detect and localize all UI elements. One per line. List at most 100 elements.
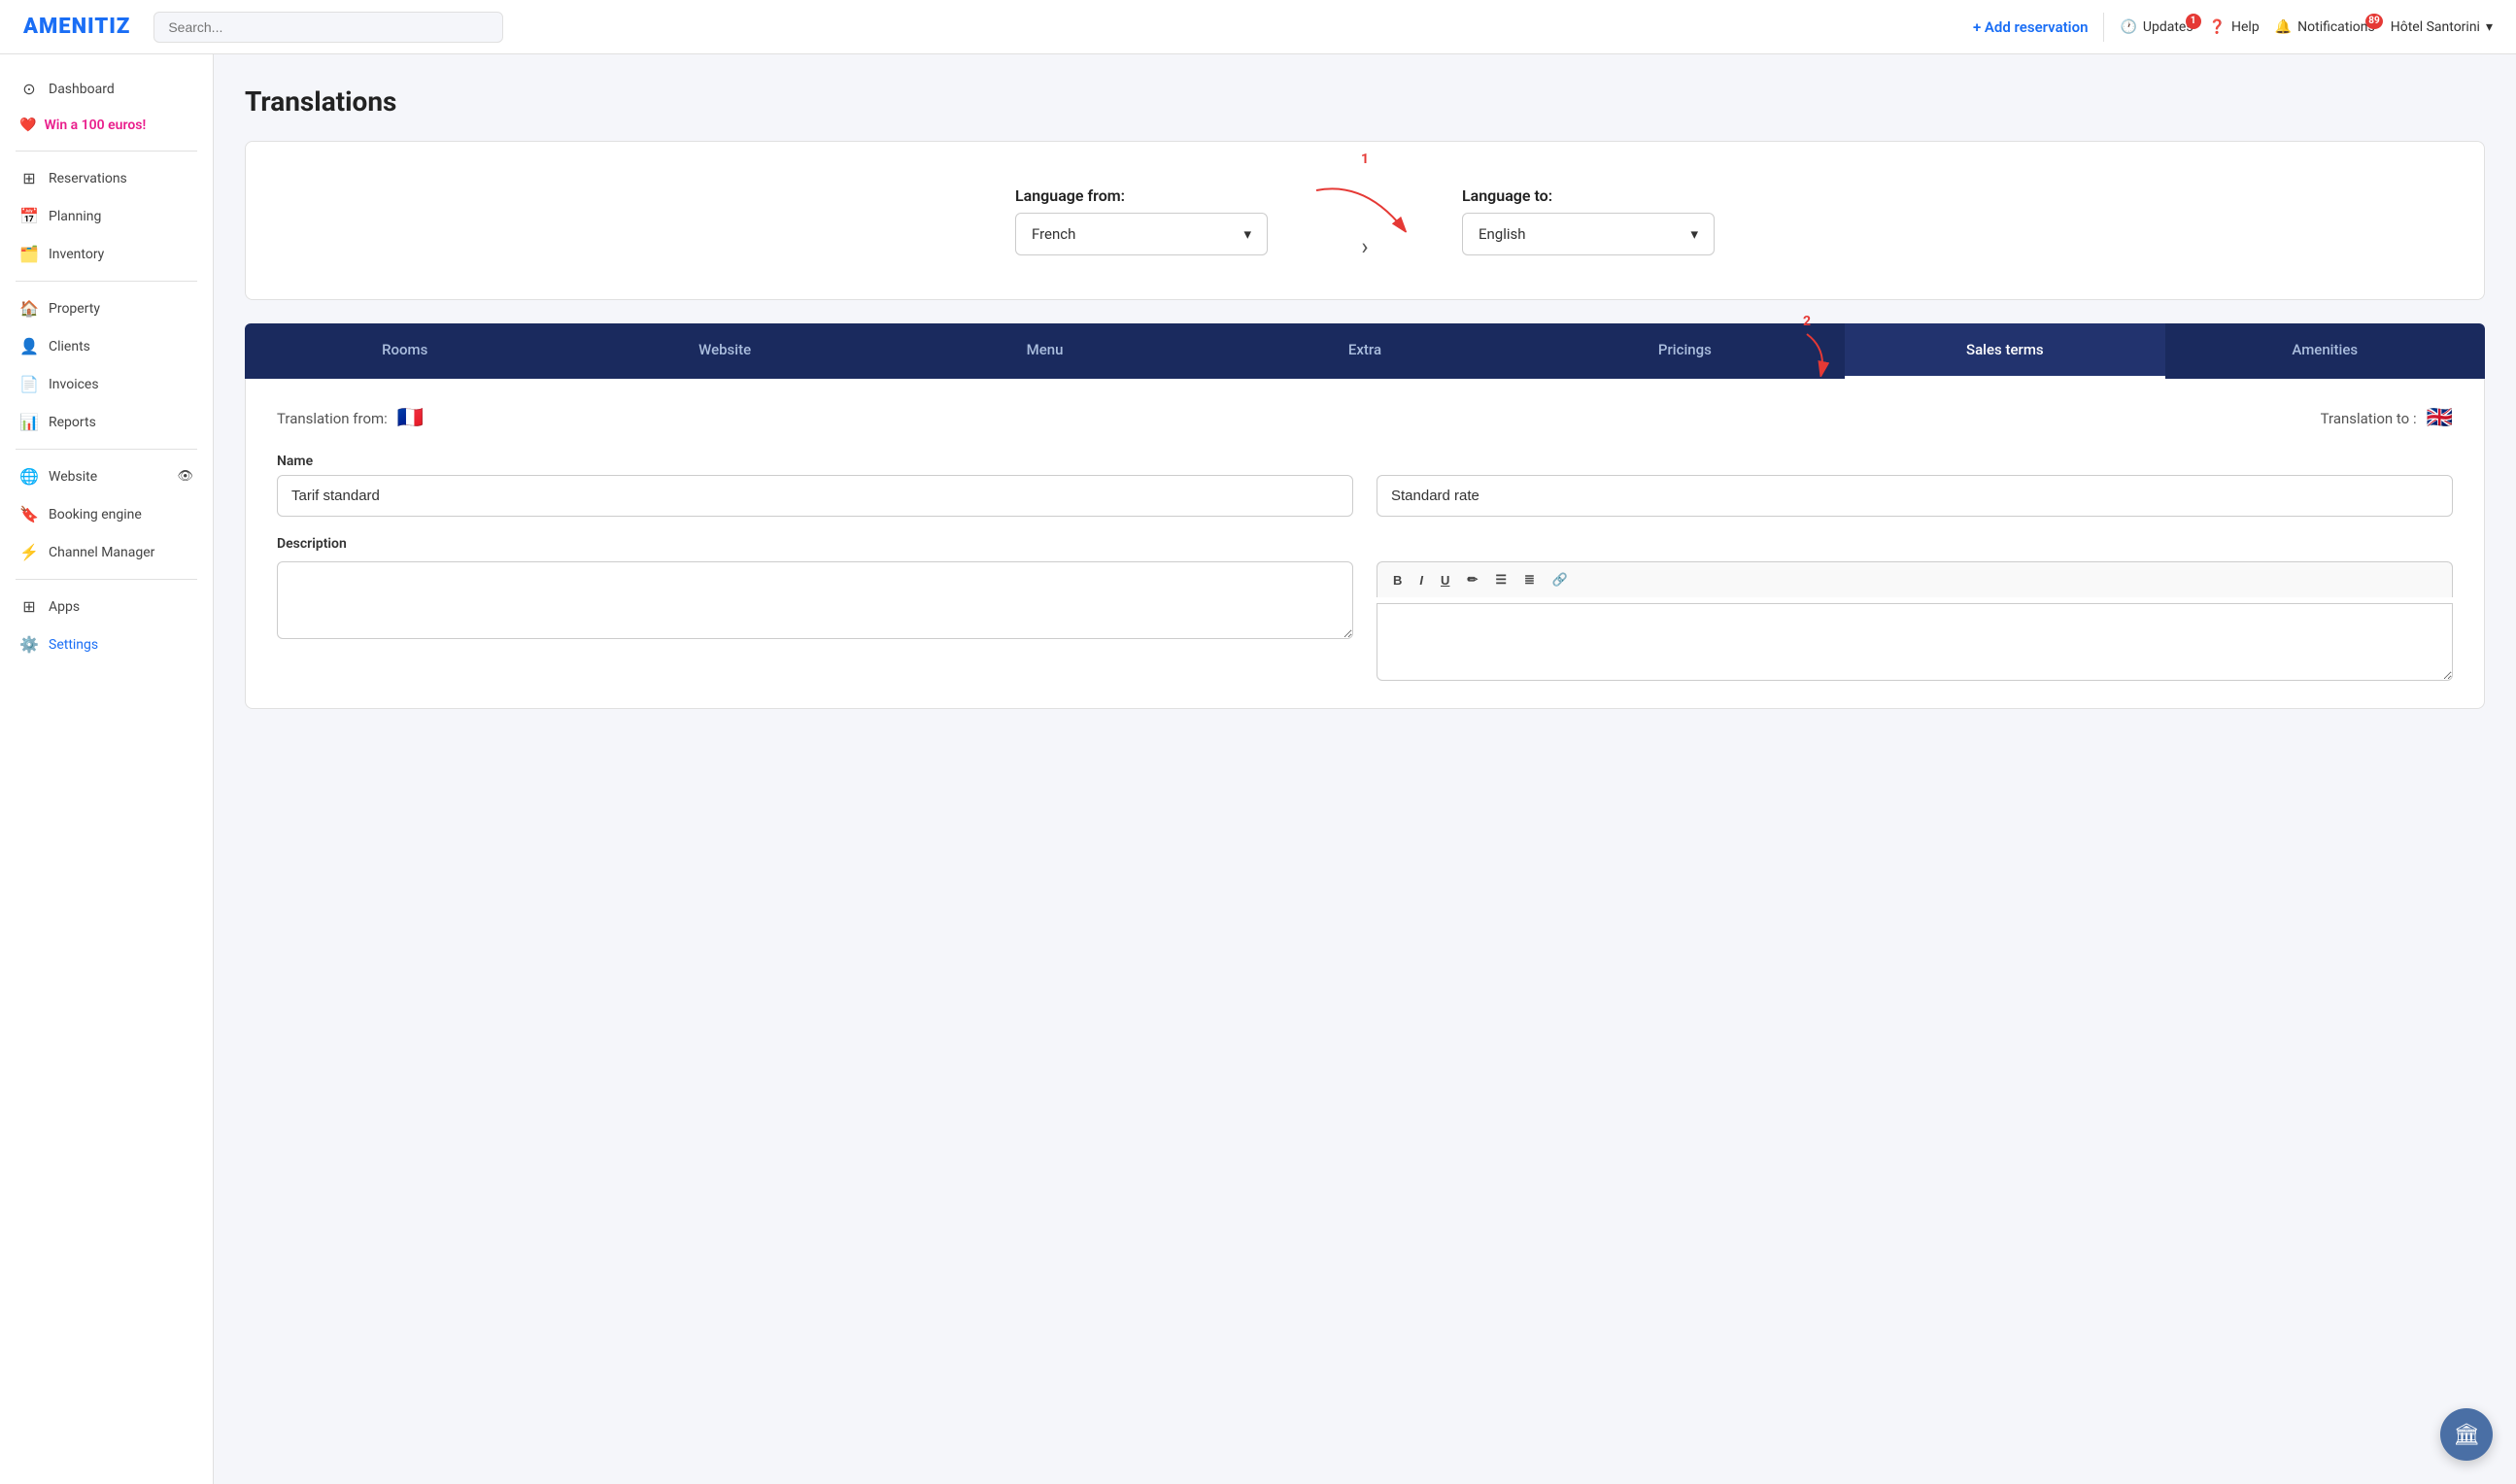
help-icon: ❓ bbox=[2209, 19, 2226, 35]
search-input[interactable] bbox=[153, 12, 503, 43]
sidebar-item-planning[interactable]: 📅 Planning bbox=[0, 197, 213, 235]
main-content: Translations Language from: French ▾ 1 bbox=[214, 54, 2516, 1484]
hotel-menu[interactable]: Hôtel Santorini ▾ bbox=[2391, 19, 2493, 35]
toolbar-pencil[interactable]: ✏ bbox=[1459, 568, 1485, 591]
website-icon: 🌐 bbox=[19, 467, 39, 486]
translation-to: Translation to : 🇬🇧 bbox=[2321, 406, 2453, 430]
toolbar-list-unordered[interactable]: ☰ bbox=[1487, 568, 1514, 591]
toolbar-link[interactable]: 🔗 bbox=[1545, 568, 1576, 591]
sidebar-label-reports: Reports bbox=[49, 415, 96, 430]
invoices-icon: 📄 bbox=[19, 375, 39, 393]
annotation-arrow-1 bbox=[1307, 181, 1423, 249]
sidebar-item-inventory[interactable]: 🗂️ Inventory bbox=[0, 235, 213, 273]
sidebar-item-dashboard[interactable]: ⊙ Dashboard bbox=[0, 70, 213, 108]
name-to-input[interactable] bbox=[1377, 475, 2453, 517]
notifications-button[interactable]: 🔔 Notifications 89 bbox=[2275, 19, 2375, 35]
tab-rooms[interactable]: Rooms bbox=[245, 323, 564, 379]
sidebar-label-inventory: Inventory bbox=[49, 247, 104, 262]
name-from-group: Name bbox=[277, 454, 1353, 517]
sidebar-label-website: Website bbox=[49, 469, 97, 485]
sidebar-divider-4 bbox=[16, 579, 197, 580]
desc-from-textarea[interactable] bbox=[277, 561, 1353, 639]
sidebar-label-invoices: Invoices bbox=[49, 377, 99, 392]
chevron-down-icon: ▾ bbox=[2486, 19, 2493, 35]
step2-annotation: 2 bbox=[1768, 314, 1846, 378]
name-from-input[interactable] bbox=[277, 475, 1353, 517]
annotation-area: 1 › bbox=[1307, 181, 1423, 260]
desc-to-textarea[interactable] bbox=[1377, 603, 2453, 681]
top-nav: AMENITIZ + Add reservation 🕐 Updates 1 ❓… bbox=[0, 0, 2516, 54]
language-from-select[interactable]: French ▾ bbox=[1015, 213, 1268, 255]
language-from-label: Language from: bbox=[1015, 186, 1268, 205]
tabs-bar: Rooms Website Menu Extra Pricings Sales … bbox=[245, 323, 2485, 379]
toolbar-underline[interactable]: U bbox=[1433, 568, 1457, 591]
description-section: Description B I U ✏ ☰ ≣ 🔗 bbox=[277, 536, 2453, 681]
step2-number: 2 bbox=[1803, 314, 1811, 329]
toolbar-italic[interactable]: I bbox=[1411, 568, 1431, 591]
step1-annotation: 1 bbox=[1307, 181, 1423, 253]
sidebar-item-reservations[interactable]: ⊞ Reservations bbox=[0, 159, 213, 197]
language-card: Language from: French ▾ 1 › bbox=[245, 141, 2485, 300]
uk-flag-icon: 🇬🇧 bbox=[2427, 406, 2453, 430]
heart-icon: ❤️ bbox=[19, 118, 36, 133]
bell-icon: 🔔 bbox=[2275, 19, 2292, 35]
desc-from-group bbox=[277, 561, 1353, 639]
inventory-icon: 🗂️ bbox=[19, 245, 39, 263]
sidebar-item-invoices[interactable]: 📄 Invoices bbox=[0, 365, 213, 403]
sidebar-label-apps: Apps bbox=[49, 599, 80, 615]
sidebar-item-settings[interactable]: ⚙️ Settings bbox=[0, 625, 213, 663]
sidebar-item-reports[interactable]: 📊 Reports bbox=[0, 403, 213, 441]
desc-to-group: B I U ✏ ☰ ≣ 🔗 bbox=[1377, 561, 2453, 681]
toolbar-list-ordered[interactable]: ≣ bbox=[1516, 568, 1543, 591]
channel-manager-icon: ⚡ bbox=[19, 543, 39, 561]
tab-extra[interactable]: Extra bbox=[1205, 323, 1524, 379]
add-reservation-button[interactable]: + Add reservation bbox=[1973, 18, 2089, 36]
french-flag-icon: 🇫🇷 bbox=[397, 406, 424, 430]
translation-section: Translation from: 🇫🇷 Translation to : 🇬🇧… bbox=[245, 379, 2485, 709]
toolbar-bold[interactable]: B bbox=[1385, 568, 1410, 591]
sidebar: ⊙ Dashboard ❤️ Win a 100 euros! ⊞ Reserv… bbox=[0, 54, 214, 1484]
name-label: Name bbox=[277, 454, 1353, 469]
eye-icon: 👁 bbox=[177, 469, 193, 484]
sidebar-label-booking-engine: Booking engine bbox=[49, 507, 142, 523]
tab-website[interactable]: Website bbox=[564, 323, 884, 379]
sidebar-label-win: Win a 100 euros! bbox=[44, 118, 146, 133]
tab-amenities[interactable]: Amenities bbox=[2165, 323, 2485, 379]
apps-icon: ⊞ bbox=[19, 597, 39, 616]
dashboard-icon: ⊙ bbox=[19, 80, 39, 98]
sidebar-item-property[interactable]: 🏠 Property bbox=[0, 289, 213, 327]
translation-from: Translation from: 🇫🇷 bbox=[277, 406, 424, 430]
sidebar-item-channel-manager[interactable]: ⚡ Channel Manager bbox=[0, 533, 213, 571]
tab-sales-terms[interactable]: Sales terms bbox=[1845, 323, 2164, 379]
page-title: Translations bbox=[245, 85, 2485, 118]
language-to-label: Language to: bbox=[1462, 186, 1715, 205]
language-to-select[interactable]: English ▾ bbox=[1462, 213, 1715, 255]
notifications-label: Notifications bbox=[2297, 19, 2375, 35]
sidebar-item-website[interactable]: 🌐 Website 👁 bbox=[0, 457, 213, 495]
updates-badge: 1 bbox=[2186, 14, 2201, 29]
help-button[interactable]: ❓ Help bbox=[2209, 19, 2260, 35]
reports-icon: 📊 bbox=[19, 413, 39, 431]
sidebar-item-clients[interactable]: 👤 Clients bbox=[0, 327, 213, 365]
tab-menu[interactable]: Menu bbox=[885, 323, 1205, 379]
language-from-group: Language from: French ▾ bbox=[1015, 186, 1268, 255]
property-icon: 🏠 bbox=[19, 299, 39, 318]
nav-divider bbox=[2103, 13, 2104, 42]
translation-header: Translation from: 🇫🇷 Translation to : 🇬🇧 bbox=[277, 406, 2453, 430]
settings-icon: ⚙️ bbox=[19, 635, 39, 654]
nav-actions: + Add reservation 🕐 Updates 1 ❓ Help 🔔 N… bbox=[1973, 13, 2493, 42]
sidebar-item-apps[interactable]: ⊞ Apps bbox=[0, 588, 213, 625]
sidebar-label-channel-manager: Channel Manager bbox=[49, 545, 154, 560]
sidebar-item-win[interactable]: ❤️ Win a 100 euros! bbox=[0, 108, 213, 143]
description-row: B I U ✏ ☰ ≣ 🔗 bbox=[277, 561, 2453, 681]
chevron-down-icon-from: ▾ bbox=[1243, 225, 1251, 243]
sidebar-divider-1 bbox=[16, 151, 197, 152]
sidebar-item-booking-engine[interactable]: 🔖 Booking engine bbox=[0, 495, 213, 533]
reservations-icon: ⊞ bbox=[19, 169, 39, 187]
sidebar-label-planning: Planning bbox=[49, 209, 101, 224]
updates-button[interactable]: 🕐 Updates 1 bbox=[2120, 19, 2193, 35]
logo: AMENITIZ bbox=[23, 15, 130, 39]
sidebar-label-property: Property bbox=[49, 301, 100, 317]
sidebar-divider-3 bbox=[16, 449, 197, 450]
chat-float-button[interactable]: 🏛 bbox=[2440, 1408, 2493, 1461]
